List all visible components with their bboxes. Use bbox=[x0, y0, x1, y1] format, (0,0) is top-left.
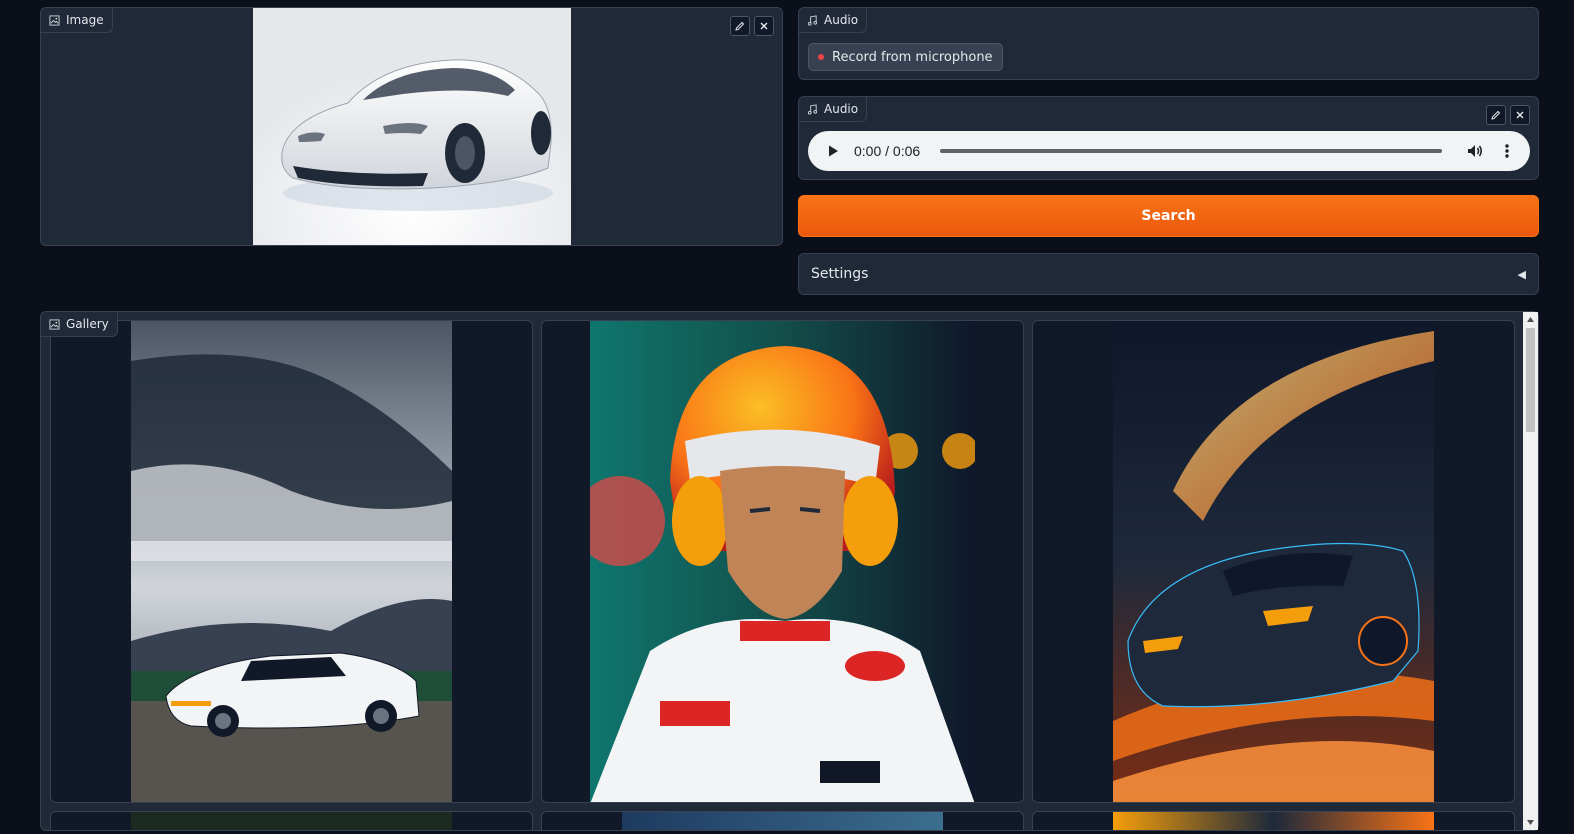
gallery-item[interactable] bbox=[541, 811, 1024, 830]
gallery-image-partial bbox=[1113, 812, 1434, 830]
gallery-item[interactable] bbox=[541, 320, 1024, 803]
pencil-icon bbox=[1491, 110, 1501, 120]
audio-label: Audio bbox=[799, 97, 868, 122]
close-icon bbox=[760, 22, 768, 30]
edit-audio-button[interactable] bbox=[1486, 105, 1506, 125]
play-icon bbox=[829, 145, 838, 157]
audio-label-text: Audio bbox=[824, 13, 859, 27]
gallery-item[interactable] bbox=[50, 320, 533, 803]
music-note-icon bbox=[807, 14, 818, 26]
image-icon bbox=[49, 14, 60, 26]
gallery-image-partial bbox=[131, 812, 452, 830]
scroll-down-arrow-icon[interactable] bbox=[1523, 815, 1538, 830]
image-label-text: Image bbox=[66, 13, 104, 27]
settings-accordion[interactable]: Settings ◀ bbox=[798, 253, 1539, 295]
settings-label: Settings bbox=[811, 266, 869, 282]
clear-audio-button[interactable] bbox=[1510, 105, 1530, 125]
collapse-arrow-icon: ◀ bbox=[1517, 267, 1526, 281]
more-options-button[interactable] bbox=[1496, 140, 1518, 162]
uploaded-car-image bbox=[253, 8, 571, 245]
image-input-panel[interactable]: Image bbox=[40, 7, 783, 246]
volume-icon bbox=[1468, 145, 1483, 157]
gallery-item[interactable] bbox=[1032, 320, 1515, 803]
image-label: Image bbox=[41, 8, 113, 33]
scroll-up-arrow-icon[interactable] bbox=[1523, 312, 1538, 327]
record-button-label: Record from microphone bbox=[832, 49, 993, 65]
audio-record-panel: Audio Record from microphone bbox=[798, 7, 1539, 80]
gallery-item[interactable] bbox=[1032, 811, 1515, 830]
audio-player: 0:00 / 0:06 bbox=[808, 131, 1530, 171]
pencil-icon bbox=[735, 21, 745, 31]
play-button[interactable] bbox=[824, 142, 842, 160]
gallery-panel: Gallery bbox=[40, 311, 1539, 831]
gallery-scrollbar[interactable] bbox=[1523, 312, 1538, 830]
edit-image-button[interactable] bbox=[730, 16, 750, 36]
gallery-label: Gallery bbox=[41, 312, 118, 337]
volume-button[interactable] bbox=[1464, 140, 1486, 162]
record-dot-icon bbox=[818, 54, 824, 60]
music-note-icon bbox=[807, 103, 818, 115]
gallery-image-race-car-mountains bbox=[131, 321, 452, 802]
audio-label: Audio bbox=[799, 8, 868, 33]
clear-image-button[interactable] bbox=[754, 16, 774, 36]
gallery-item[interactable] bbox=[50, 811, 533, 830]
audio-seek-bar[interactable] bbox=[940, 149, 1442, 153]
gallery-label-text: Gallery bbox=[66, 317, 109, 331]
audio-time: 0:00 / 0:06 bbox=[854, 143, 921, 159]
audio-player-panel: Audio 0:00 / 0:06 bbox=[798, 96, 1539, 180]
record-from-microphone-button[interactable]: Record from microphone bbox=[808, 43, 1003, 71]
image-icon bbox=[49, 318, 60, 330]
gallery-image-neon-supercar bbox=[1113, 321, 1434, 802]
close-icon bbox=[1516, 111, 1524, 119]
more-vertical-icon bbox=[1505, 144, 1509, 158]
audio-label-text: Audio bbox=[824, 102, 859, 116]
gallery-image-racing-driver bbox=[590, 321, 975, 802]
search-button[interactable]: Search bbox=[798, 195, 1539, 237]
gallery-image-partial bbox=[622, 812, 943, 830]
scrollbar-thumb[interactable] bbox=[1526, 328, 1535, 432]
